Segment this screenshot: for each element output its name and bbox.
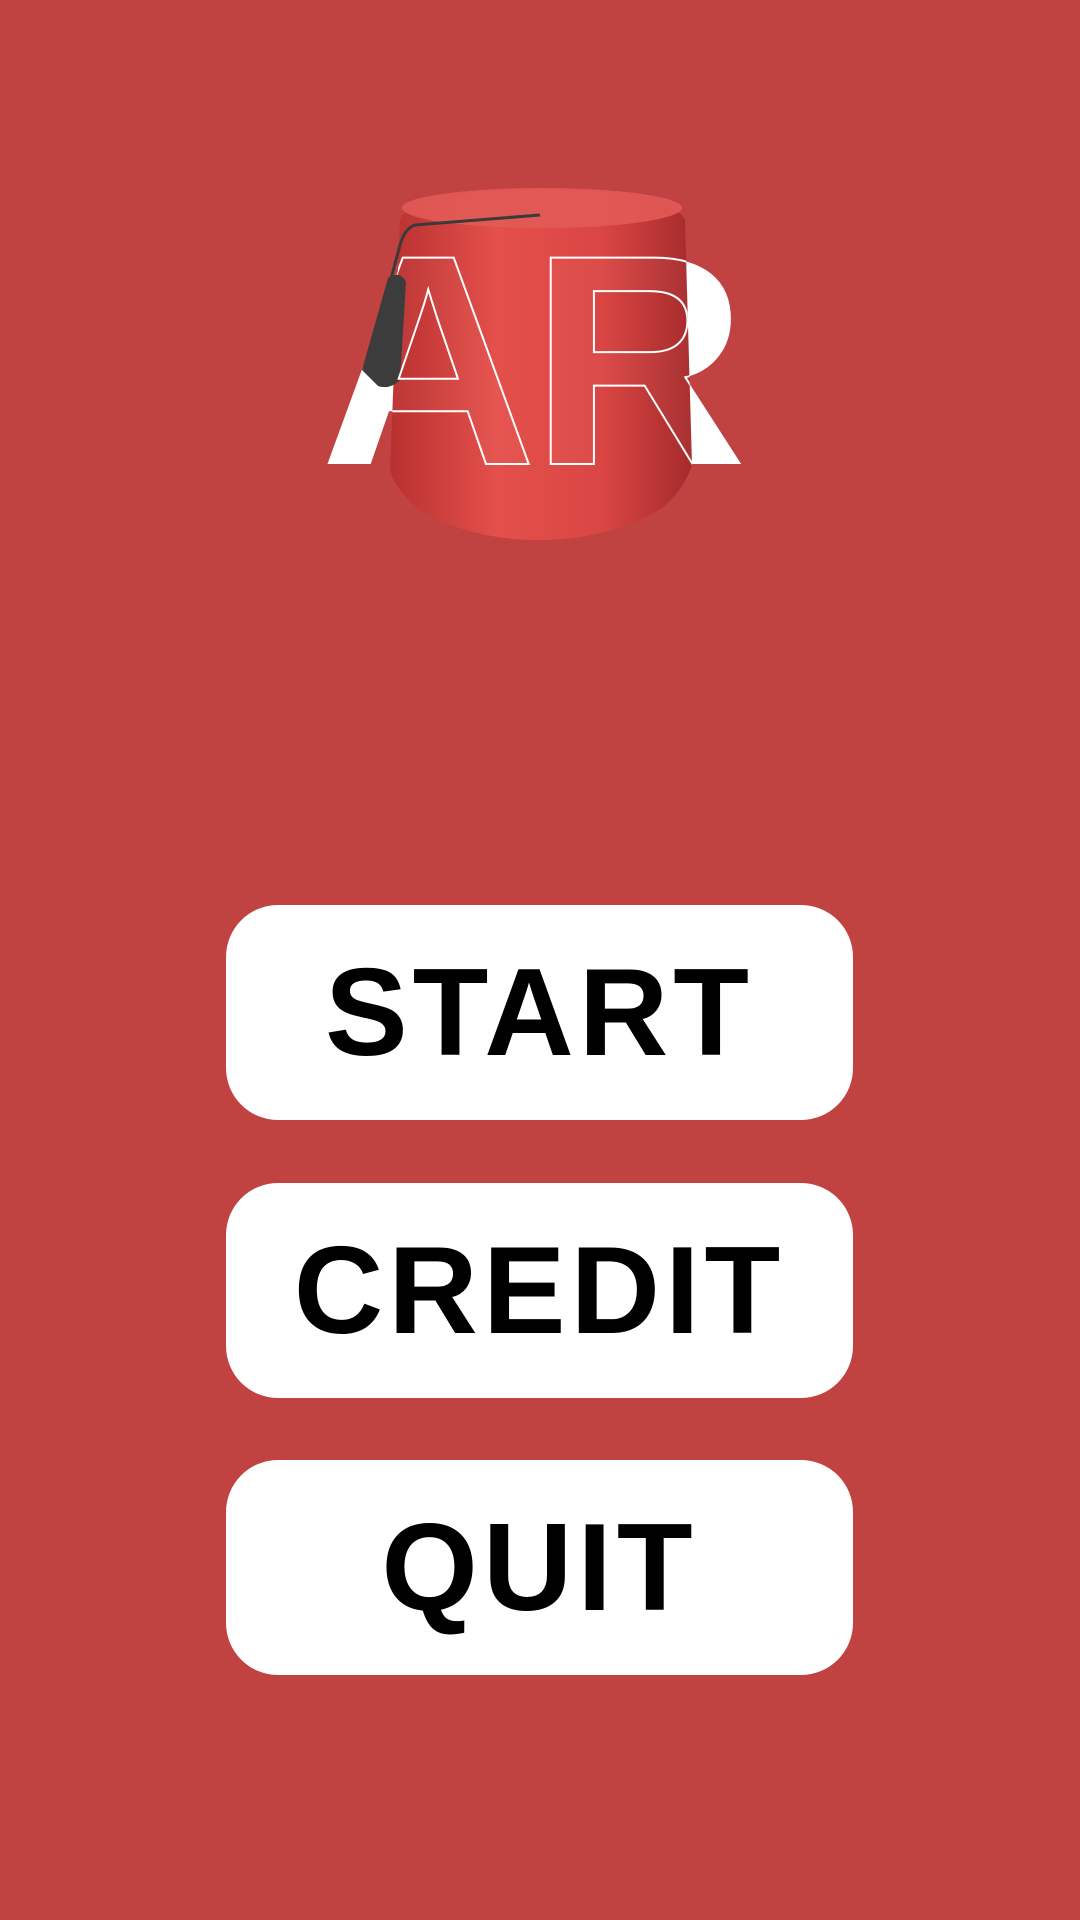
start-button[interactable]: START bbox=[226, 905, 853, 1120]
credit-button[interactable]: CREDIT bbox=[226, 1183, 853, 1398]
logo-text: AR bbox=[300, 170, 302, 171]
start-button-label: START bbox=[324, 943, 755, 1082]
app-logo: AR AR AR bbox=[300, 170, 780, 550]
quit-button-label: QUIT bbox=[381, 1498, 698, 1637]
credit-button-label: CREDIT bbox=[293, 1221, 786, 1360]
quit-button[interactable]: QUIT bbox=[226, 1460, 853, 1675]
